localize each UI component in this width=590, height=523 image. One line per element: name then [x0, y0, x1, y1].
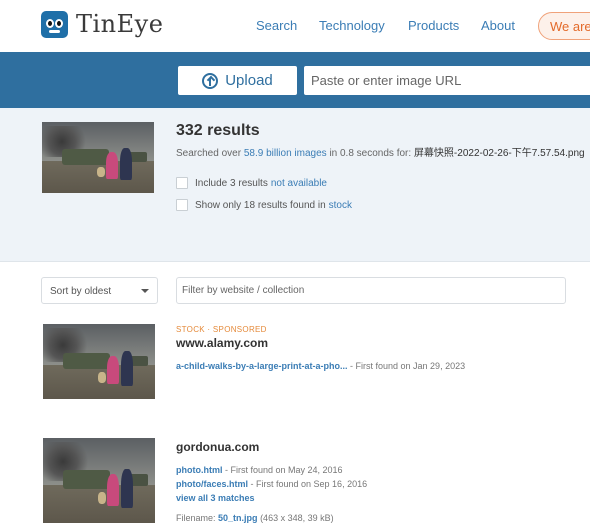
result-domain[interactable]: gordonua.com: [176, 440, 259, 454]
search-stats: Searched over 58.9 billion images in 0.8…: [176, 148, 585, 159]
view-all-matches-link[interactable]: view all 3 matches: [176, 493, 255, 503]
result-match: photo/faces.html - First found on Sep 16…: [176, 479, 368, 489]
result-match: photo.html - First found on May 24, 2016: [176, 465, 343, 475]
logo-text: TinEye: [76, 10, 164, 38]
filter-website-input[interactable]: [176, 277, 566, 304]
tineye-logo[interactable]: TinEye: [41, 10, 163, 38]
view-all-matches: view all 3 matches: [176, 493, 255, 503]
result-filename: Filename: 50_tn.jpg (463 x 348, 39 kB): [176, 513, 334, 523]
sort-dropdown-label: Sort by oldest: [50, 286, 112, 297]
images-count-link[interactable]: 58.9 billion images: [244, 148, 327, 159]
not-available-link[interactable]: not available: [271, 178, 327, 189]
include-unavailable-option[interactable]: Include 3 results not available: [176, 177, 327, 189]
results-count: 332 results: [176, 122, 260, 139]
nav-search[interactable]: Search: [256, 18, 297, 33]
result-domain[interactable]: www.alamy.com: [176, 336, 268, 350]
tineye-logo-icon: [41, 10, 68, 38]
match-link[interactable]: a-child-walks-by-a-large-print-at-a-pho.…: [176, 361, 348, 371]
stock-only-option[interactable]: Show only 18 results found in stock: [176, 199, 352, 211]
stock-only-checkbox[interactable]: [176, 199, 188, 211]
upload-button[interactable]: Upload: [178, 66, 297, 95]
nav-products[interactable]: Products: [408, 18, 459, 33]
include-unavailable-checkbox[interactable]: [176, 177, 188, 189]
nav-technology[interactable]: Technology: [319, 18, 385, 33]
result-thumbnail[interactable]: [43, 324, 155, 399]
query-filename: 屏幕快照-2022-02-26-下午7.57.54.png: [413, 148, 585, 159]
image-url-input[interactable]: [304, 66, 590, 95]
chevron-down-icon: [141, 289, 149, 293]
top-navigation: TinEye Search Technology Products About …: [0, 0, 590, 52]
sort-dropdown[interactable]: Sort by oldest: [41, 277, 158, 304]
stock-link[interactable]: stock: [329, 200, 352, 211]
match-link[interactable]: photo/faces.html: [176, 479, 248, 489]
search-band: Upload: [0, 52, 590, 108]
match-link[interactable]: photo.html: [176, 465, 223, 475]
upload-button-label: Upload: [225, 72, 273, 89]
cta-button[interactable]: We are: [538, 12, 590, 40]
nav-about[interactable]: About: [481, 18, 515, 33]
result-thumbnail[interactable]: [43, 438, 155, 523]
query-image-thumbnail[interactable]: [42, 122, 154, 193]
result-match: a-child-walks-by-a-large-print-at-a-pho.…: [176, 361, 466, 371]
upload-arrow-icon: [202, 72, 219, 89]
stock-sponsored-tag: STOCK · SPONSORED: [176, 325, 267, 334]
filename-link[interactable]: 50_tn.jpg: [218, 513, 258, 523]
